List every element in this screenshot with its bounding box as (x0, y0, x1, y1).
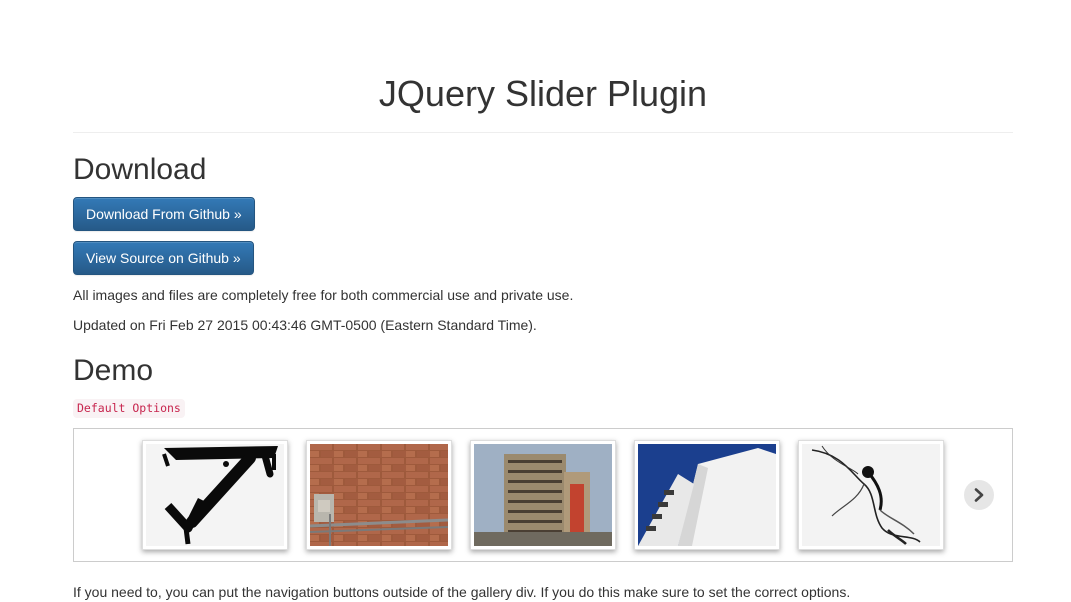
download-heading: Download (73, 153, 207, 186)
download-from-github-button[interactable]: Download From Github » (73, 197, 255, 231)
license-text: All images and files are completely free… (73, 287, 574, 303)
navigation-note-text: If you need to, you can put the navigati… (73, 584, 851, 600)
header-divider (73, 132, 1013, 133)
page-title: JQuery Slider Plugin (378, 73, 708, 114)
updated-text: Updated on Fri Feb 27 2015 00:43:46 GMT-… (73, 317, 537, 333)
image-gallery (73, 428, 1013, 562)
ink-in-water-image[interactable] (798, 440, 944, 550)
graffiti-arrow-image[interactable] (142, 440, 288, 550)
apartment-tower-image[interactable] (470, 440, 616, 550)
brick-wall-image[interactable] (306, 440, 452, 550)
gallery-next-button[interactable] (964, 480, 994, 510)
demo-heading: Demo (73, 354, 154, 387)
white-building-sky-image[interactable] (634, 440, 780, 550)
view-source-button[interactable]: View Source on Github » (73, 241, 254, 275)
chevron-right-icon (974, 488, 984, 502)
default-options-code: Default Options (73, 399, 185, 418)
